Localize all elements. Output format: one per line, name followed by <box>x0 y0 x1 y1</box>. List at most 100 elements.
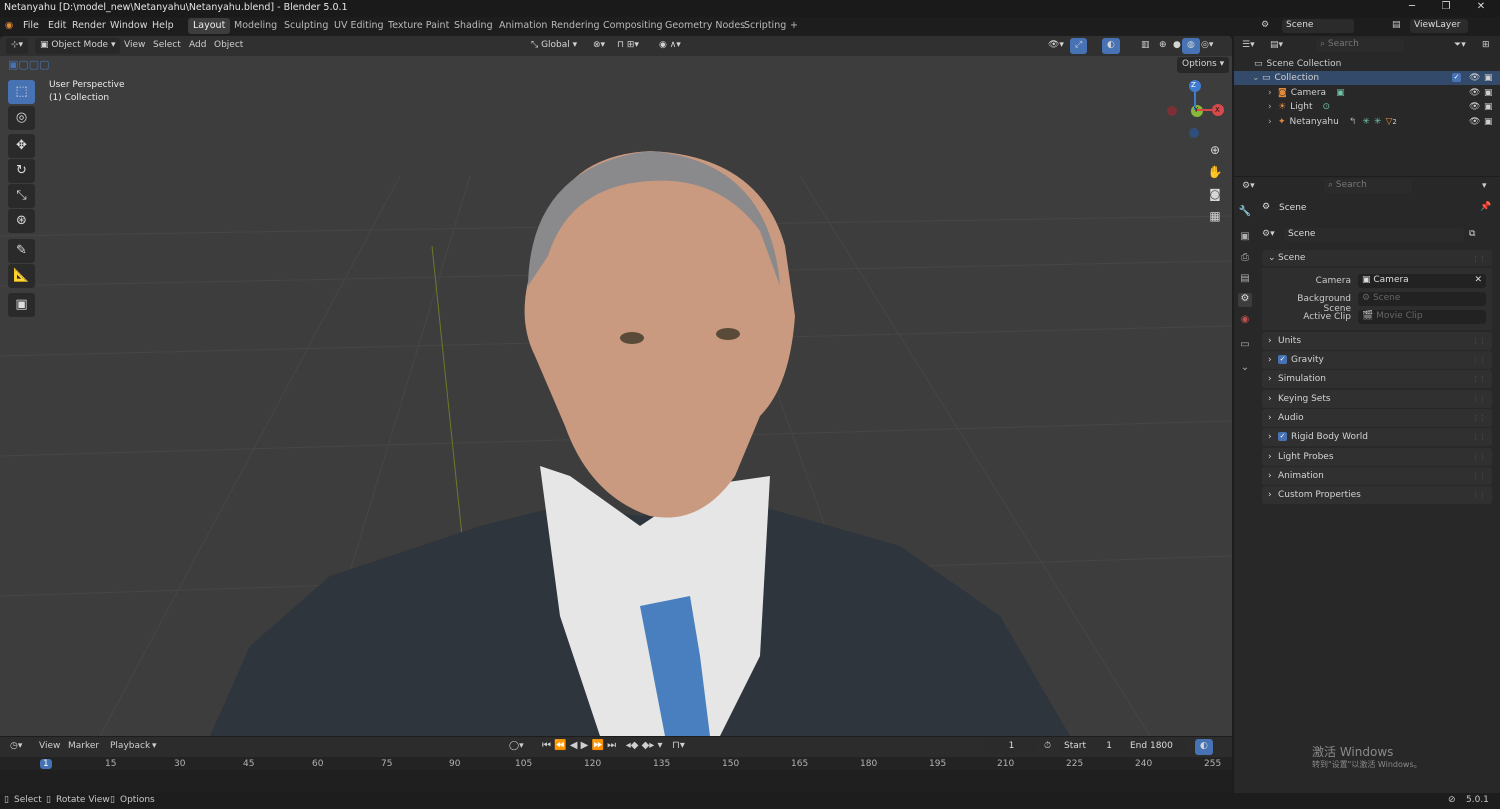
xray-icon[interactable]: ▥ <box>1136 38 1155 54</box>
stopwatch-icon[interactable]: ⏱ <box>1044 741 1051 751</box>
render-icon[interactable]: ▣ <box>1484 73 1493 83</box>
render-icon[interactable]: ▣ <box>1484 117 1493 127</box>
drag-handle-icon[interactable]: ⋮⋮ <box>1472 433 1486 441</box>
tab-modeling[interactable]: Modeling <box>229 18 282 34</box>
move-tool-icon[interactable]: ✥ <box>8 134 35 158</box>
subpanel-animation[interactable]: › Animation ⋮⋮ <box>1262 467 1492 485</box>
view-layer-properties-icon[interactable]: ▤ <box>1238 273 1252 287</box>
properties-options-chevron-icon[interactable]: ▾ <box>1482 181 1487 191</box>
transform-orientation-dropdown[interactable]: ⤡ Global ▾ <box>526 38 582 54</box>
annotate-tool-icon[interactable]: ✎ <box>8 239 35 263</box>
armature-data-icon[interactable]: ✳ <box>1362 117 1370 127</box>
new-collection-icon[interactable]: ⊞ <box>1482 40 1490 50</box>
tab-layout[interactable]: Layout <box>188 18 231 34</box>
options-dropdown[interactable]: Options ▾ <box>1177 57 1230 73</box>
select-mode-icons[interactable]: ▣▢▢▢ <box>8 58 50 71</box>
outliner-row-collection[interactable]: ⌄ ▭ Collection ✓ 👁 ▣ <box>1234 71 1500 85</box>
render-icon[interactable]: ▣ <box>1484 102 1493 112</box>
snap-icon[interactable]: ⊓ ⊞▾ <box>612 38 644 54</box>
collection-checkbox[interactable]: ✓ <box>1452 73 1464 83</box>
proportional-edit-icon[interactable]: ◉ ∧▾ <box>654 38 686 54</box>
add-workspace-button[interactable]: + <box>785 18 803 34</box>
chevron-right-icon[interactable]: › <box>1268 88 1278 98</box>
timeline-track-area[interactable] <box>0 770 1232 793</box>
scene-datablock-icon[interactable]: ⚙▾ <box>1262 229 1275 239</box>
filter-icon[interactable]: ⏷▾ <box>1454 40 1466 50</box>
network-off-icon[interactable]: ⊘ <box>1448 795 1456 805</box>
menu-render[interactable]: Render <box>72 20 106 31</box>
scene-panel-header[interactable]: ⌄ Scene ⋮⋮ <box>1262 250 1492 266</box>
outliner-search-input[interactable]: ⌕ Search <box>1316 38 1404 52</box>
timeline-menu-marker[interactable]: Marker <box>68 741 99 751</box>
collection-properties-icon[interactable]: ▭ <box>1238 339 1252 353</box>
drag-handle-icon[interactable]: ⋮⋮ <box>1472 356 1486 364</box>
render-properties-icon[interactable]: ▣ <box>1238 231 1252 245</box>
bone-icon[interactable]: ✳ <box>1374 117 1382 127</box>
menu-file[interactable]: File <box>23 20 39 31</box>
tab-geometry-nodes[interactable]: Geometry Nodes <box>660 18 750 34</box>
subpanel-gravity[interactable]: › ✓ Gravity ⋮⋮ <box>1262 351 1492 369</box>
subpanel-custom-properties[interactable]: › Custom Properties ⋮⋮ <box>1262 486 1492 504</box>
pivot-point-icon[interactable]: ⊗▾ <box>588 38 610 54</box>
camera-data-icon[interactable]: ▣ <box>1336 88 1345 98</box>
pan-hand-icon[interactable]: ✋ <box>1205 162 1225 182</box>
transform-tool-icon[interactable]: ⊛ <box>8 209 35 233</box>
menu-help[interactable]: Help <box>152 20 174 31</box>
start-frame-field[interactable]: Start 1 <box>1060 740 1124 754</box>
tab-animation[interactable]: Animation <box>494 18 552 34</box>
zoom-icon[interactable]: ⊕ <box>1205 140 1225 160</box>
properties-editor-type-icon[interactable]: ⚙▾ <box>1242 181 1255 191</box>
camera-field[interactable]: ▣ Camera ✕ <box>1358 274 1486 288</box>
gizmo-toggle-icon[interactable]: ⤢ <box>1070 38 1088 54</box>
subpanel-simulation[interactable]: › Simulation ⋮⋮ <box>1262 370 1492 388</box>
cursor-tool-icon[interactable]: ◎ <box>8 106 35 130</box>
render-icon[interactable]: ▣ <box>1484 88 1493 98</box>
minimize-button[interactable]: ─ <box>1400 1 1424 16</box>
mode-dropdown[interactable]: ▣ Object Mode ▾ <box>35 38 121 54</box>
chevron-down-icon[interactable]: ⌄ <box>1252 73 1262 83</box>
gizmo-x-label[interactable]: X <box>1215 106 1220 114</box>
scene-properties-icon[interactable]: ⚙ <box>1238 293 1252 307</box>
subpanel-rigid-body-world[interactable]: › ✓ Rigid Body World ⋮⋮ <box>1262 428 1492 446</box>
close-window-button[interactable]: ✕ <box>1469 1 1493 16</box>
gravity-checkbox[interactable]: ✓ <box>1278 355 1290 365</box>
new-scene-icon[interactable]: ⧉ <box>1469 229 1475 239</box>
current-frame-field[interactable]: 1 <box>985 740 1038 754</box>
current-frame-marker[interactable]: 1 <box>40 759 52 769</box>
tab-uv-editing[interactable]: UV Editing <box>329 18 389 34</box>
gizmo-z-label[interactable]: Z <box>1191 81 1196 89</box>
view-layer-icon[interactable]: ▤ <box>1392 20 1401 30</box>
rotate-tool-icon[interactable]: ↻ <box>8 159 35 183</box>
chevron-right-icon[interactable]: › <box>1268 117 1278 127</box>
menu-add[interactable]: Add <box>189 40 206 50</box>
eye-icon[interactable]: 👁 <box>1469 117 1480 127</box>
camera-view-icon[interactable]: ◙ <box>1205 184 1225 204</box>
subpanel-units[interactable]: › Units ⋮⋮ <box>1262 332 1492 350</box>
rendered-shading-icon[interactable]: ◎▾ <box>1196 38 1218 54</box>
pose-icon[interactable]: ↰ <box>1349 117 1357 127</box>
light-data-icon[interactable]: ⊙ <box>1323 102 1331 112</box>
active-clip-field[interactable]: 🎬 Movie Clip <box>1358 310 1486 324</box>
rigid-body-checkbox[interactable]: ✓ <box>1278 432 1290 442</box>
eye-icon[interactable]: 👁 <box>1469 88 1480 98</box>
select-box-tool-icon[interactable]: ⬚ <box>8 80 35 104</box>
subpanel-light-probes[interactable]: › Light Probes ⋮⋮ <box>1262 448 1492 466</box>
tool-properties-icon[interactable]: 🔧 <box>1238 206 1252 220</box>
editor-type-icon[interactable]: ⊹▾ <box>6 38 29 54</box>
subpanel-keying-sets[interactable]: › Keying Sets ⋮⋮ <box>1262 390 1492 408</box>
world-properties-icon[interactable]: ◉ <box>1238 314 1252 328</box>
menu-edit[interactable]: Edit <box>48 20 66 31</box>
measure-tool-icon[interactable]: 📐 <box>8 264 35 288</box>
gizmo-y-label[interactable]: Y <box>1194 106 1198 114</box>
outliner-row-scene-collection[interactable]: ▭ Scene Collection <box>1234 57 1500 71</box>
menu-select[interactable]: Select <box>153 40 181 50</box>
scene-selector-icon[interactable]: ⚙ <box>1261 20 1269 30</box>
drag-handle-icon[interactable]: ⋮⋮ <box>1472 395 1486 403</box>
pin-icon[interactable]: 📌 <box>1480 202 1491 212</box>
scene-name-field[interactable]: Scene <box>1282 19 1354 33</box>
subpanel-audio[interactable]: › Audio ⋮⋮ <box>1262 409 1492 427</box>
timeline-view-icon[interactable]: ◐ <box>1195 739 1213 755</box>
3d-viewport[interactable]: ▣▢▢▢ Options ▾ User Perspective (1) Coll… <box>0 56 1232 736</box>
eye-icon[interactable]: 👁 <box>1469 102 1480 112</box>
tab-texture-paint[interactable]: Texture Paint <box>383 18 454 34</box>
